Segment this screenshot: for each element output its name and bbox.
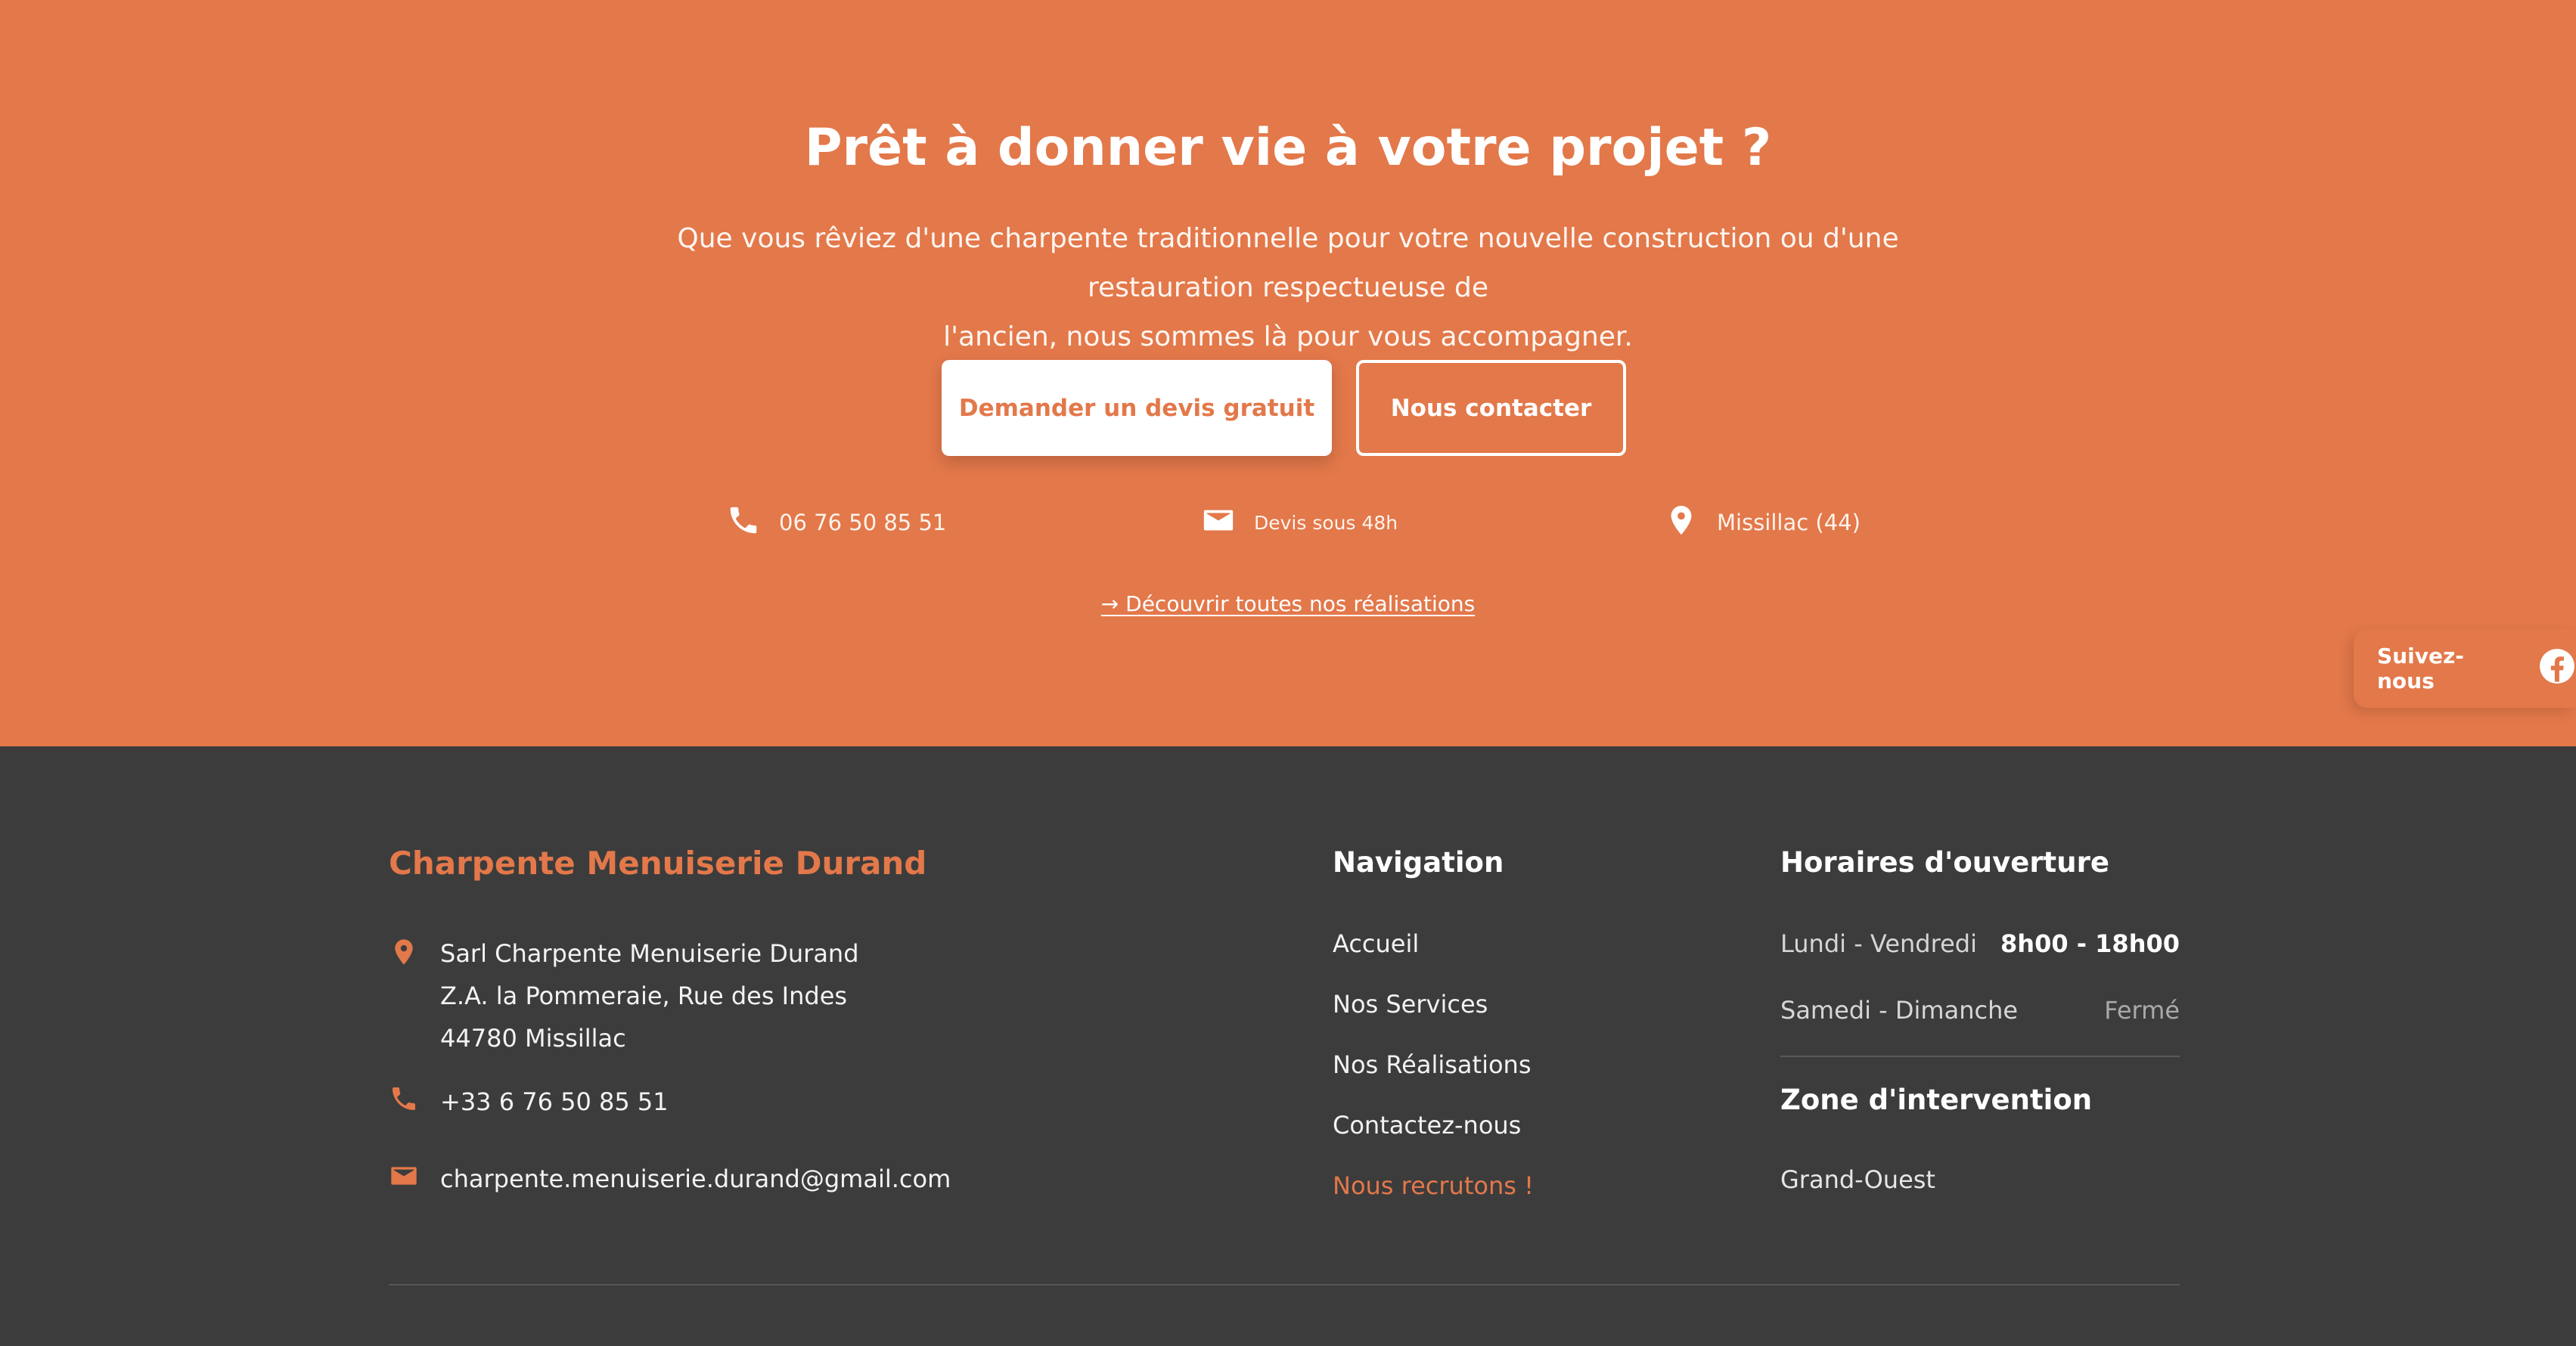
address-line: 44780 Missillac <box>440 1024 626 1053</box>
nav-link-recrutement[interactable]: Nous recrutons ! <box>1333 1171 1534 1200</box>
nav-link-accueil[interactable]: Accueil <box>1333 929 1419 958</box>
cta-location-text: Missillac (44) <box>1717 510 1861 535</box>
contact-us-button[interactable]: Nous contacter <box>1356 360 1626 456</box>
footer-address: Sarl Charpente Menuiserie Durand Z.A. la… <box>389 932 859 1059</box>
nav-link-contact[interactable]: Contactez-nous <box>1333 1111 1521 1140</box>
footer-phone-text: +33 6 76 50 85 51 <box>440 1087 669 1116</box>
cta-quote-info: Devis sous 48h <box>1201 501 1398 544</box>
phone-icon <box>726 503 761 543</box>
site-footer: Charpente Menuiserie Durand Sarl Charpen… <box>0 746 2576 1346</box>
hours-divider <box>1780 1056 2180 1057</box>
facebook-icon <box>2538 647 2576 690</box>
cta-title: Prêt à donner vie à votre projet ? <box>804 118 1772 178</box>
nav-link-services[interactable]: Nos Services <box>1333 990 1488 1019</box>
cta-description-line: Que vous rêviez d'une charpente traditio… <box>677 223 1899 303</box>
hours-row-weekdays: Lundi - Vendredi 8h00 - 18h00 <box>1780 929 2180 958</box>
address-lines: Sarl Charpente Menuiserie Durand Z.A. la… <box>440 932 859 1059</box>
address-line: Z.A. la Pommeraie, Rue des Indes <box>440 982 848 1010</box>
request-quote-button[interactable]: Demander un devis gratuit <box>942 360 1332 456</box>
nav-link-realisations[interactable]: Nos Réalisations <box>1333 1050 1531 1079</box>
mail-icon <box>389 1161 419 1197</box>
footer-brand: Charpente Menuiserie Durand <box>389 845 927 882</box>
cta-location-info: Missillac (44) <box>1664 501 1861 544</box>
zone-title: Zone d'intervention <box>1780 1084 2093 1116</box>
cta-description-line: l'ancien, nous sommes là pour vous accom… <box>943 321 1633 352</box>
hours-day: Samedi - Dimanche <box>1780 996 2019 1025</box>
footer-email-text: charpente.menuiserie.durand@gmail.com <box>440 1165 951 1193</box>
zone-value: Grand-Ouest <box>1780 1165 1935 1194</box>
cta-quote-text: Devis sous 48h <box>1254 511 1398 534</box>
mail-icon <box>1201 503 1236 542</box>
location-pin-icon <box>1664 503 1699 543</box>
footer-divider <box>389 1284 2180 1286</box>
hours-row-weekend: Samedi - Dimanche Fermé <box>1780 996 2180 1025</box>
opening-hours-title: Horaires d'ouverture <box>1780 846 2109 879</box>
phone-icon <box>389 1084 419 1120</box>
cta-phone-info[interactable]: 06 76 50 85 51 <box>726 501 946 544</box>
follow-us-button[interactable]: Suivez-nous <box>2354 629 2576 708</box>
location-pin-icon <box>389 932 419 970</box>
hours-day: Lundi - Vendredi <box>1780 929 1977 958</box>
footer-phone[interactable]: +33 6 76 50 85 51 <box>389 1084 669 1120</box>
navigation-title: Navigation <box>1333 846 1504 879</box>
cta-phone-text: 06 76 50 85 51 <box>779 510 947 535</box>
address-line: Sarl Charpente Menuiserie Durand <box>440 939 859 968</box>
follow-us-label: Suivez-nous <box>2377 644 2464 693</box>
cta-section: Prêt à donner vie à votre projet ? Que v… <box>0 0 2576 746</box>
footer-email[interactable]: charpente.menuiserie.durand@gmail.com <box>389 1161 951 1197</box>
cta-description: Que vous rêviez d'une charpente traditio… <box>592 214 1984 361</box>
hours-closed: Fermé <box>2104 996 2180 1025</box>
discover-realisations-link[interactable]: → Découvrir toutes nos réalisations <box>0 591 2576 616</box>
hours-time: 8h00 - 18h00 <box>2000 929 2180 958</box>
